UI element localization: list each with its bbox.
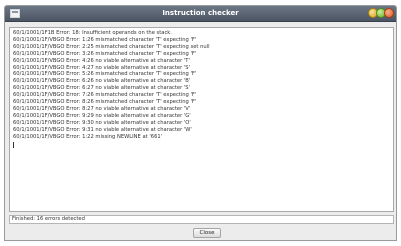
log-line: 60/1/1001/1F/VBGO Error: 5:26 mismatched… — [13, 71, 197, 78]
text-caret — [13, 141, 14, 148]
log-line: 60/1/1001/1F1B Error: 18: Insufficient o… — [13, 30, 172, 36]
error-log-textarea[interactable]: 60/1/1001/1F1B Error: 18: Insufficient o… — [9, 27, 394, 212]
status-field: Finished: 16 errors detected — [9, 215, 394, 224]
log-line: 60/1/1001/1F/VBGO Error: 7:26 mismatched… — [13, 92, 197, 99]
log-line: 60/1/1001/1F/VBGO Error: 1:26 mismatched… — [13, 36, 197, 43]
log-line: 60/1/1001/1F/VBGO Error: 3:26 mismatched… — [13, 50, 197, 57]
log-line: 60/1/1001/1F/VBGO Error: 4:27 no viable … — [13, 64, 191, 71]
window-title: Instruction checker — [162, 9, 239, 17]
log-line: 60/1/1001/1F/VBGO Error: 1:22 missing NE… — [13, 133, 163, 140]
log-line: 60/1/1001/1F/VBGO Error: 6:26 no viable … — [13, 78, 191, 85]
log-line: 60/1/1001/1F/VBGO Error: 9:31 no viable … — [13, 126, 192, 133]
log-line: 60/1/1001/1F/VBGO Error: 2:25 mismatched… — [13, 43, 210, 50]
log-line: 60/1/1001/1F/VBGO Error: 9:29 no viable … — [13, 112, 191, 119]
log-line: 60/1/1001/1F/VBGO Error: 8:27 no viable … — [13, 105, 191, 112]
instruction-checker-window: Instruction checker 60/1/1001/1F1B Error… — [4, 5, 397, 241]
title-bar[interactable]: Instruction checker — [5, 6, 396, 22]
log-line: 60/1/1001/1F/VBGO Error: 4:26 no viable … — [13, 57, 190, 64]
log-line: 60/1/1001/1F/VBGO Error: 8:26 mismatched… — [13, 99, 197, 106]
log-line: 60/1/1001/1F/VBGO Error: 6:27 no viable … — [13, 85, 191, 92]
log-line: 60/1/1001/1F/VBGO Error: 9:30 no viable … — [13, 119, 191, 126]
close-button[interactable]: Close — [193, 228, 221, 238]
close-window-icon[interactable] — [384, 8, 394, 18]
